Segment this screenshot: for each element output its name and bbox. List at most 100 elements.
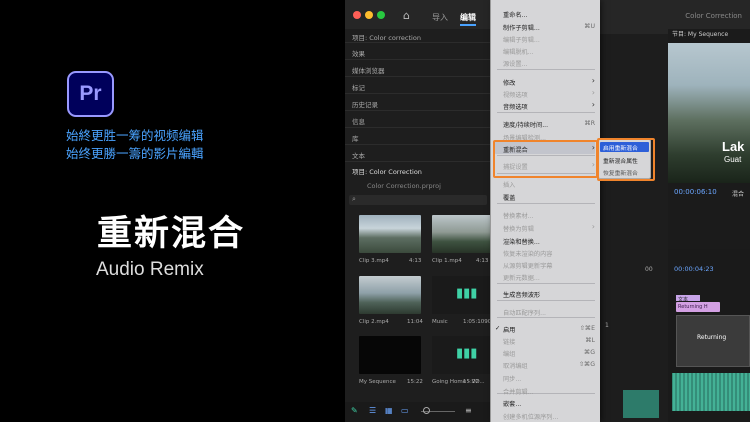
audio-waveform-track[interactable] (672, 373, 750, 411)
freeform-view-icon[interactable]: ▭ (401, 406, 409, 415)
checkmark-icon: ✓ (495, 325, 501, 332)
clip-name: Clip 3.mp4 (359, 258, 389, 264)
project-search-input[interactable]: ⌕ (349, 195, 487, 205)
clip-duration: 15:22 (463, 379, 479, 385)
menu-item-shortcut: ⇧⌘G (578, 361, 595, 368)
menu-item-label: 视频选项 (503, 92, 528, 99)
panel-tab-media-browser[interactable]: 媒体浏览器 (352, 65, 385, 75)
menu-item[interactable]: 制作子剪辑... ⌘U (491, 23, 601, 34)
menu-item[interactable]: 同步... (491, 374, 601, 385)
panel-tab-history[interactable]: 历史记录 (352, 99, 378, 109)
menu-item-label: 恢复未渲染的内容 (503, 251, 553, 258)
video-clip-track[interactable]: Returning (676, 315, 750, 367)
panel-tab-markers[interactable]: 标记 (352, 82, 365, 92)
menu-item[interactable]: 合并剪辑... (491, 387, 601, 398)
clip-thumbnail-my-sequence[interactable] (359, 336, 421, 374)
window-minimize-button[interactable] (365, 11, 373, 19)
zoom-slider-handle[interactable] (423, 407, 430, 414)
pencil-icon[interactable]: ✎ (351, 406, 358, 415)
panel-tab-effects[interactable]: 效果 (352, 48, 365, 58)
promo-panel: Pr 始終更胜一筹的视频编辑 始终更勝一籌的影片編輯 重新混合 Audio Re… (0, 0, 345, 422)
menu-item[interactable]: 链接 ⌘L (491, 337, 601, 348)
menu-item[interactable]: 取消编组 ⇧⌘G (491, 361, 601, 372)
menu-item-shortcut: ⌘G (584, 349, 595, 356)
menu-item[interactable]: 修改 › (491, 76, 601, 89)
menu-item-shortcut: ⌘U (584, 23, 595, 30)
audio-waveform-icon: ▮▮▮ (456, 286, 478, 301)
menu-item[interactable]: 编辑子剪辑... (491, 35, 601, 46)
icon-view-icon[interactable]: ▦ (385, 406, 393, 415)
clip-duration: 4:13 (409, 258, 422, 264)
sort-icon[interactable]: ≡ (465, 406, 472, 415)
premiere-app-window: ⌂ 导入 编辑 Color Correction 项目: Color corre… (345, 0, 750, 422)
menu-item[interactable]: 创建多机位源序列... (491, 412, 601, 422)
clip-name: My Sequence (359, 379, 396, 385)
returning-clip-label: Returning (697, 334, 727, 341)
menu-item[interactable]: 替换素材... (491, 211, 601, 222)
divider (345, 161, 491, 162)
returning-clip-upper[interactable]: Returning H (676, 302, 720, 312)
clip-duration: 1:05:1090 (463, 319, 492, 325)
window-zoom-button[interactable] (377, 11, 385, 19)
workspace-tab-edit[interactable]: 编辑 (460, 12, 476, 23)
menu-item[interactable]: ✓ 启用 ⇧⌘E (491, 325, 601, 336)
divider (345, 42, 491, 43)
text-clip[interactable]: 文本 (676, 295, 700, 303)
menu-item-label: 速度/持续时间... (503, 122, 549, 129)
clip-thumbnail-clip-3[interactable] (359, 215, 421, 253)
menu-item[interactable]: 速度/持续时间... ⌘R (491, 120, 601, 131)
menu-item-shortcut: ⌘L (585, 337, 595, 344)
menu-item-label: 自动匹配序列... (503, 310, 547, 317)
video-title-overlay: Lak (722, 139, 745, 154)
tagline-line-2: 始终更勝一籌的影片編輯 (66, 146, 204, 161)
audio-waveform-icon: ▮▮▮ (456, 346, 478, 361)
menu-item[interactable]: 编组 ⌘G (491, 349, 601, 360)
menu-item[interactable]: 源设置... (491, 59, 601, 70)
menu-item[interactable]: 重命名... (491, 10, 601, 21)
project-toolbar: ✎ ☰ ▦ ▭ ≡ (345, 402, 491, 422)
workspace-tab-import[interactable]: 导入 (432, 12, 448, 23)
clip-thumbnail-going-home[interactable]: ▮▮▮ (432, 336, 494, 374)
menu-item[interactable]: 替换为剪辑 › (491, 222, 601, 235)
clip-thumbnail-clip-1[interactable] (432, 215, 494, 253)
submenu-arrow-icon: › (591, 100, 595, 109)
panel-tab-libraries[interactable]: 库 (352, 133, 359, 143)
menu-item-label: 合并剪辑... (503, 389, 534, 396)
home-icon[interactable]: ⌂ (403, 9, 410, 22)
menu-item[interactable]: 插入 (491, 180, 601, 191)
panel-tab-info[interactable]: 信息 (352, 116, 365, 126)
clip-context-menu: 重命名... 制作子剪辑... ⌘U 编辑子剪辑... 编辑脱机... 源设置... 修改 ›… (490, 0, 600, 422)
menu-item[interactable]: 视频选项 › (491, 88, 601, 101)
menu-item[interactable]: 从源剪辑更新字幕 (491, 261, 601, 272)
remix-indicator: 混合 (732, 191, 745, 198)
menu-item-label: 更新元数据... (503, 275, 540, 282)
menu-item[interactable]: 恢复未渲染的内容 (491, 249, 601, 260)
menu-item[interactable]: 生成音频波形 (491, 290, 601, 301)
menu-item[interactable]: 音频选项 › (491, 100, 601, 113)
clip-thumbnail-music[interactable]: ▮▮▮ (432, 276, 494, 314)
window-close-button[interactable] (353, 11, 361, 19)
menu-item-label: 渲染和替换... (503, 239, 540, 246)
program-monitor-video[interactable]: Lak Guat (668, 43, 750, 183)
menu-item-label: 生成音频波形 (503, 292, 541, 299)
panel-tab-text[interactable]: 文本 (352, 150, 365, 160)
menu-item-label: 重命名... (503, 12, 528, 19)
menu-item-label: 创建多机位源序列... (503, 414, 559, 421)
track-number: 1 (605, 322, 609, 329)
menu-item[interactable]: 渲染和替换... (491, 237, 601, 248)
clip-thumbnail-clip-2[interactable] (359, 276, 421, 314)
audio-clip[interactable] (623, 390, 659, 418)
clip-name: Clip 1.mp4 (432, 258, 462, 264)
menu-item[interactable]: 更新元数据... (491, 273, 601, 284)
feature-title-english: Audio Remix (96, 259, 204, 280)
menu-item-label: 链接 (503, 339, 516, 346)
program-monitor-tab[interactable]: 节目: My Sequence (672, 29, 728, 38)
menu-item-shortcut: ⇧⌘E (579, 325, 595, 332)
list-view-icon[interactable]: ☰ (369, 406, 376, 415)
menu-item[interactable]: 嵌套... (491, 399, 601, 410)
menu-item[interactable]: 编辑脱机... (491, 47, 601, 58)
menu-item[interactable]: 覆盖 (491, 193, 601, 204)
project-label: 项目: Color Correction (352, 168, 422, 176)
menu-item-label: 替换为剪辑 (503, 226, 534, 233)
menu-item[interactable]: 自动匹配序列... (491, 308, 601, 319)
